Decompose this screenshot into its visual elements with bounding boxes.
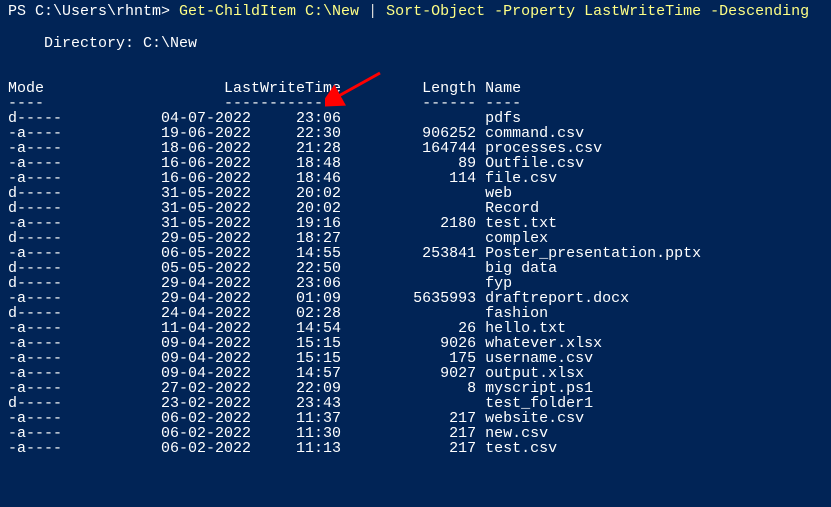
- table-row: -a---- 16-06-2022 18:46 114 file.csv: [8, 171, 823, 186]
- header-row: Mode LastWriteTime Length Name: [8, 81, 823, 96]
- command-pipe: |: [368, 3, 386, 20]
- table-row: -a---- 18-06-2022 21:28 164744 processes…: [8, 141, 823, 156]
- table-row: d----- 31-05-2022 20:02 Record: [8, 201, 823, 216]
- table-row: d----- 31-05-2022 20:02 web: [8, 186, 823, 201]
- table-row: -a---- 06-02-2022 11:37 217 website.csv: [8, 411, 823, 426]
- table-row: d----- 04-07-2022 23:06 pdfs: [8, 111, 823, 126]
- table-row: -a---- 11-04-2022 14:54 26 hello.txt: [8, 321, 823, 336]
- table-row: -a---- 29-04-2022 01:09 5635993 draftrep…: [8, 291, 823, 306]
- table-row: -a---- 09-04-2022 15:15 175 username.csv: [8, 351, 823, 366]
- table-row: -a---- 31-05-2022 19:16 2180 test.txt: [8, 216, 823, 231]
- table-row: d----- 29-05-2022 18:27 complex: [8, 231, 823, 246]
- prompt-prefix: PS C:\Users\rhntm>: [8, 3, 179, 20]
- directory-line: Directory: C:\New: [8, 36, 823, 51]
- table-row: -a---- 09-04-2022 15:15 9026 whatever.xl…: [8, 336, 823, 351]
- table-row: -a---- 16-06-2022 18:48 89 Outfile.csv: [8, 156, 823, 171]
- table-row: -a---- 06-02-2022 11:13 217 test.csv: [8, 441, 823, 456]
- command-get: Get-ChildItem C:\New: [179, 3, 368, 20]
- blank-line: [8, 51, 823, 66]
- table-row: -a---- 09-04-2022 14:57 9027 output.xlsx: [8, 366, 823, 381]
- dash-row: ---- ------------- ------ ----: [8, 96, 823, 111]
- table-row: d----- 29-04-2022 23:06 fyp: [8, 276, 823, 291]
- table-row: -a---- 27-02-2022 22:09 8 myscript.ps1: [8, 381, 823, 396]
- table-row: -a---- 06-02-2022 11:30 217 new.csv: [8, 426, 823, 441]
- prompt-line[interactable]: PS C:\Users\rhntm> Get-ChildItem C:\New …: [8, 4, 823, 19]
- blank-line: [8, 66, 823, 81]
- table-row: -a---- 06-05-2022 14:55 253841 Poster_pr…: [8, 246, 823, 261]
- table-row: d----- 23-02-2022 23:43 test_folder1: [8, 396, 823, 411]
- blank-line: [8, 21, 823, 36]
- table-row: d----- 05-05-2022 22:50 big data: [8, 261, 823, 276]
- table-row: -a---- 19-06-2022 22:30 906252 command.c…: [8, 126, 823, 141]
- command-sort: Sort-Object -Property LastWriteTime -Des…: [386, 3, 809, 20]
- table-row: d----- 24-04-2022 02:28 fashion: [8, 306, 823, 321]
